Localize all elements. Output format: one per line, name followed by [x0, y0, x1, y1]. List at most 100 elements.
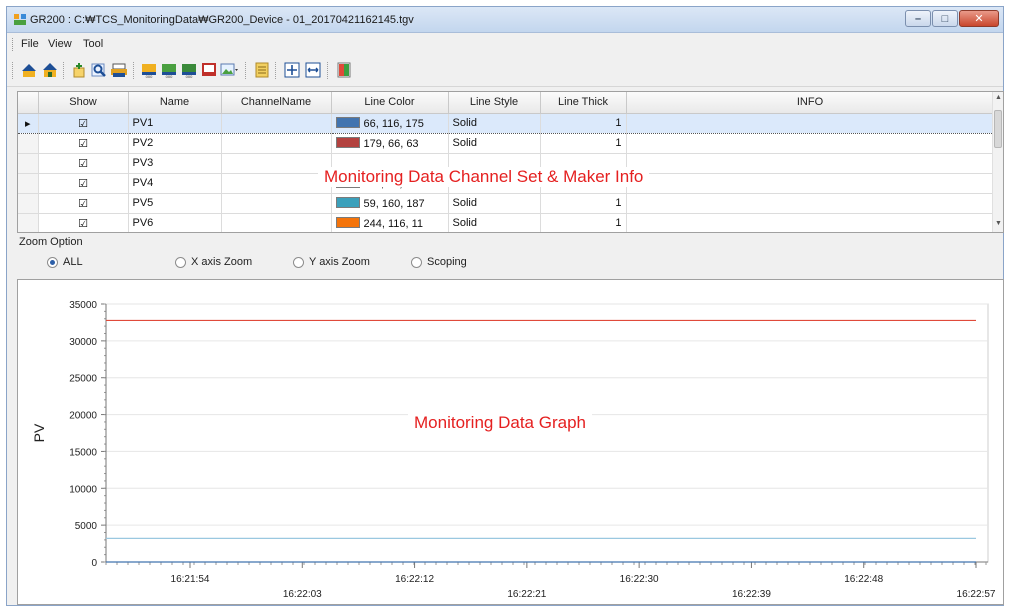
channelname-cell[interactable]: [221, 153, 332, 174]
scroll-thumb[interactable]: [994, 110, 1002, 148]
line-thick-cell[interactable]: 1: [540, 213, 627, 232]
channelname-cell[interactable]: [221, 193, 332, 214]
table-row[interactable]: ☑ PV2 179, 66, 63 Solid 1: [18, 133, 995, 154]
table-row[interactable]: ▸ ☑ PV1 66, 116, 175 Solid 1: [18, 112, 995, 134]
maximize-button[interactable]: □: [932, 10, 958, 27]
show-checkbox[interactable]: ☑: [38, 173, 129, 194]
close-button[interactable]: ✕: [959, 10, 999, 27]
svg-text:000: 000: [146, 74, 153, 79]
line-color-text: 244, 116, 11: [363, 217, 424, 230]
info-cell[interactable]: [626, 133, 995, 154]
table-row[interactable]: ☑ PV5 59, 160, 187 Solid 1: [18, 193, 995, 214]
show-checkbox[interactable]: ☑: [38, 112, 129, 134]
row-header-corner: [18, 92, 39, 114]
line-style-cell[interactable]: Solid: [448, 133, 541, 154]
zoom-radio-all[interactable]: ALL: [47, 256, 83, 268]
monitoring-chart[interactable]: 0 5000 10000 15000 20000 25000 30000 35000 16:21…: [18, 280, 1003, 604]
line-thick-cell[interactable]: 1: [540, 133, 627, 154]
scroll-up-icon[interactable]: ▲: [993, 94, 1003, 101]
y-tick-label: 5000: [75, 521, 98, 532]
line-color-text: 66, 116, 175: [363, 117, 424, 130]
main-window: GR200 : C:₩TCS_MonitoringData₩GR200_Devi…: [6, 6, 1004, 606]
show-checkbox[interactable]: ☑: [38, 153, 129, 174]
zoom-radio-label: X axis Zoom: [191, 256, 253, 268]
line-style-cell[interactable]: Solid: [448, 213, 541, 232]
column-header-line-style[interactable]: Line Style: [448, 92, 541, 114]
table-row[interactable]: ☑ PV6 244, 116, 11 Solid 1: [18, 213, 995, 232]
column-header-channelname[interactable]: ChannelName: [221, 92, 332, 114]
menu-file[interactable]: File: [21, 38, 39, 50]
line-color-cell[interactable]: 66, 116, 175: [331, 112, 449, 134]
show-checkbox[interactable]: ☑: [38, 193, 129, 214]
open-folder-icon[interactable]: [20, 61, 38, 79]
channel-name-cell[interactable]: PV6: [128, 213, 222, 232]
search-icon[interactable]: [90, 61, 108, 79]
channel-name-cell[interactable]: PV4: [128, 173, 222, 194]
zoom-radio-y-axis[interactable]: Y axis Zoom: [293, 256, 370, 268]
color-swatch[interactable]: [335, 216, 360, 228]
channel-name-cell[interactable]: PV1: [128, 112, 222, 134]
color-swatch[interactable]: [335, 196, 360, 208]
zoom-radio-scoping[interactable]: Scoping: [411, 256, 467, 268]
info-cell[interactable]: [626, 193, 995, 214]
save-folder-icon[interactable]: [41, 61, 59, 79]
minimize-button[interactable]: –: [905, 10, 931, 27]
line-style-cell[interactable]: Solid: [448, 193, 541, 214]
y-tick-label: 15000: [69, 447, 97, 458]
column-header-info[interactable]: INFO: [626, 92, 995, 114]
list-icon[interactable]: [253, 61, 271, 79]
zoom-radio-label: Scoping: [427, 256, 467, 268]
color-icon[interactable]: [335, 61, 353, 79]
channel-name-cell[interactable]: PV5: [128, 193, 222, 214]
line-thick-cell[interactable]: 1: [540, 112, 627, 134]
row-header[interactable]: [18, 173, 39, 194]
color-swatch[interactable]: [335, 136, 360, 148]
column-header-line-thick[interactable]: Line Thick: [540, 92, 627, 114]
current-row-icon: ▸: [24, 117, 31, 130]
zoom-box-icon[interactable]: [283, 61, 301, 79]
row-header[interactable]: [18, 133, 39, 154]
add-icon[interactable]: [70, 61, 88, 79]
row-header[interactable]: [18, 213, 39, 232]
channel-icon-1[interactable]: 000: [140, 61, 158, 79]
column-header-line-color[interactable]: Line Color: [331, 92, 449, 114]
channelname-cell[interactable]: [221, 173, 332, 194]
grid-scrollbar[interactable]: ▲ ▼: [992, 92, 1003, 232]
zoom-radio-x-axis[interactable]: X axis Zoom: [175, 256, 252, 268]
zoom-option-title: Zoom Option: [19, 236, 83, 248]
channel-icon-2[interactable]: 000: [160, 61, 178, 79]
print-icon[interactable]: [110, 61, 128, 79]
channelname-cell[interactable]: [221, 213, 332, 232]
marker-icon[interactable]: [200, 61, 218, 79]
color-swatch[interactable]: [335, 116, 360, 128]
channelname-cell[interactable]: [221, 112, 332, 134]
channel-name-cell[interactable]: PV3: [128, 153, 222, 174]
show-checkbox[interactable]: ☑: [38, 133, 129, 154]
channel-icon-3[interactable]: 000: [180, 61, 198, 79]
line-color-text: 179, 66, 63: [363, 137, 419, 150]
column-header-show[interactable]: Show: [38, 92, 129, 114]
channelname-cell[interactable]: [221, 133, 332, 154]
line-color-cell[interactable]: 59, 160, 187: [331, 193, 449, 214]
channel-name-cell[interactable]: PV2: [128, 133, 222, 154]
column-header-name[interactable]: Name: [128, 92, 222, 114]
window-controls: – □ ✕: [905, 10, 999, 27]
row-header[interactable]: [18, 193, 39, 214]
scroll-down-icon[interactable]: ▼: [993, 220, 1003, 227]
line-style-cell[interactable]: Solid: [448, 112, 541, 134]
row-header[interactable]: ▸: [18, 112, 39, 134]
info-cell[interactable]: [626, 153, 995, 174]
line-color-cell[interactable]: 244, 116, 11: [331, 213, 449, 232]
info-cell[interactable]: [626, 173, 995, 194]
info-cell[interactable]: [626, 112, 995, 134]
info-cell[interactable]: [626, 213, 995, 232]
fit-width-icon[interactable]: [304, 61, 322, 79]
image-dropdown-icon[interactable]: [220, 61, 238, 79]
line-color-cell[interactable]: 179, 66, 63: [331, 133, 449, 154]
menu-view[interactable]: View: [48, 38, 72, 50]
line-thick-cell[interactable]: 1: [540, 193, 627, 214]
menu-tool[interactable]: Tool: [83, 38, 103, 50]
row-header[interactable]: [18, 153, 39, 174]
close-icon: ✕: [974, 13, 984, 25]
show-checkbox[interactable]: ☑: [38, 213, 129, 232]
